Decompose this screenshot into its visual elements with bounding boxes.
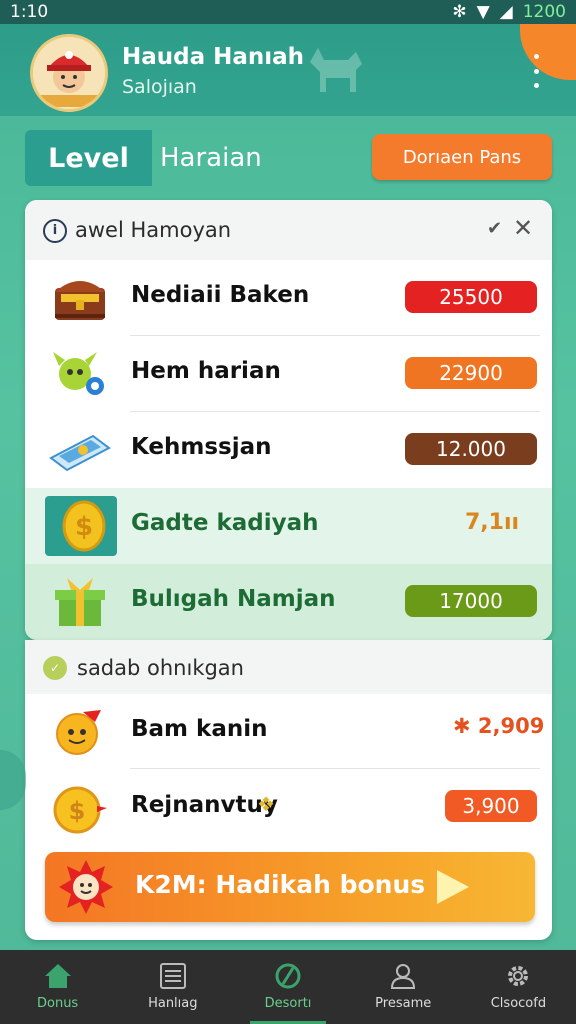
item-label: Hem harian — [131, 358, 281, 384]
status-time: 1:10 — [10, 2, 49, 22]
item-value-badge: 3,900 — [445, 790, 537, 822]
item-label: Kehmssjan — [131, 434, 272, 460]
rewards-card: ✓ sadab ohnıkgan Bam kanin ✱ 2,909 $ Rej… — [25, 640, 552, 940]
item-label: Bulıgah Namjan — [131, 586, 336, 612]
nav-label: Clsocofd — [490, 996, 547, 1011]
card-header: i awel Hamoyan ✔ ✕ — [25, 200, 552, 260]
dog-icon — [310, 48, 362, 92]
list-icon — [159, 963, 186, 989]
item-value-badge: 22900 — [405, 357, 537, 389]
app-header: Hauda Hanıah Salojıan — [0, 24, 576, 116]
sun-mascot-icon — [56, 710, 101, 755]
app-title: Hauda Hanıah — [122, 44, 305, 70]
wifi-icon: ▼ — [476, 2, 490, 22]
item-label: Bam kanin — [131, 716, 268, 742]
svg-text:$: $ — [69, 797, 86, 825]
check-icon[interactable]: ✔ — [487, 218, 502, 239]
item-label: Rejnanvtuy — [131, 792, 278, 818]
nav-label: Donus — [36, 996, 79, 1011]
sun-character-icon — [59, 860, 113, 914]
nav-item-profile[interactable]: Presame — [346, 950, 461, 1024]
close-icon[interactable]: ✕ — [513, 214, 533, 242]
gold-coin-icon: $ — [62, 500, 106, 552]
list-item[interactable]: Nediaii Baken 25500 — [25, 260, 552, 336]
info-icon: i — [43, 219, 67, 243]
nav-label: Desortı — [264, 996, 312, 1011]
divider — [130, 768, 540, 769]
list-item-highlighted[interactable]: Bulıgah Namjan 17000 — [25, 564, 552, 640]
nav-label: Presame — [375, 996, 432, 1011]
app-subtitle: Salojıan — [122, 76, 197, 98]
signal-icon: ◢ — [499, 2, 513, 22]
svg-text:$: $ — [75, 512, 93, 542]
bonus-button-label: K2M: Hadikah bonus — [135, 870, 426, 899]
avatar[interactable] — [30, 34, 108, 112]
bottom-navigation: Donus Hanlıag Desortı Presame Clsocofd — [0, 950, 576, 1024]
status-icons: ✻ ▼ ◢ 1200 — [452, 2, 566, 22]
card-title: sadab ohnıkgan — [77, 656, 244, 680]
nav-label: Hanlıag — [148, 996, 198, 1011]
item-value: ✱ 2,909 — [453, 714, 544, 738]
nav-item-home[interactable]: Donus — [0, 950, 115, 1024]
creature-icon — [53, 352, 104, 395]
tab-level[interactable]: Level — [25, 130, 152, 186]
clover-icon: ❖ — [257, 792, 275, 816]
badge-icon: ✓ — [43, 656, 67, 680]
home-icon — [44, 964, 71, 988]
item-value-badge: 17000 — [405, 585, 537, 617]
card-header: ✓ sadab ohnıkgan — [25, 640, 552, 694]
leaderboard-card: i awel Hamoyan ✔ ✕ Nediaii Baken 25500 H… — [25, 200, 552, 640]
item-value-badge: 12.000 — [405, 433, 537, 465]
star-icon: ✱ — [453, 714, 471, 738]
compass-icon — [275, 963, 301, 989]
status-bar: 1:10 ✻ ▼ ◢ 1200 — [0, 0, 576, 24]
item-value-badge: 25500 — [405, 281, 537, 313]
list-item-highlighted[interactable]: $ Gadte kadiyah 7,1ıı — [25, 488, 552, 564]
list-item[interactable]: Bam kanin ✱ 2,909 — [25, 694, 552, 770]
bonus-button[interactable]: K2M: Hadikah bonus — [45, 852, 535, 922]
item-value: 7,1ıı — [465, 510, 520, 535]
tab-second[interactable]: Haraian — [152, 130, 282, 186]
battery-text: 1200 — [522, 2, 566, 22]
action-button[interactable]: Dorıaen Pans — [372, 134, 552, 180]
decorative-blob — [0, 750, 26, 810]
card-title: awel Hamoyan — [75, 218, 232, 242]
nav-item-discover[interactable]: Desortı — [230, 950, 345, 1024]
bluetooth-icon: ✻ — [452, 2, 467, 22]
nav-item-settings[interactable]: Clsocofd — [461, 950, 576, 1024]
list-item[interactable]: Kehmssjan 12.000 — [25, 412, 552, 488]
item-label: Nediaii Baken — [131, 282, 310, 308]
coin-badge-icon: $ — [53, 786, 107, 834]
ticket-icon — [49, 434, 111, 472]
item-value-text: 2,909 — [477, 714, 545, 738]
gear-icon — [508, 966, 529, 986]
nav-item-list[interactable]: Hanlıag — [115, 950, 230, 1024]
treasure-chest-icon — [55, 281, 105, 320]
list-item[interactable]: Hem harian 22900 — [25, 336, 552, 412]
overflow-menu-icon[interactable] — [528, 54, 544, 88]
gift-box-icon — [55, 578, 105, 626]
list-item[interactable]: $ Rejnanvtuy ❖ 3,900 — [25, 770, 552, 846]
item-label: Gadte kadiyah — [131, 510, 319, 536]
person-icon — [391, 964, 416, 989]
play-arrow-icon — [437, 870, 469, 904]
